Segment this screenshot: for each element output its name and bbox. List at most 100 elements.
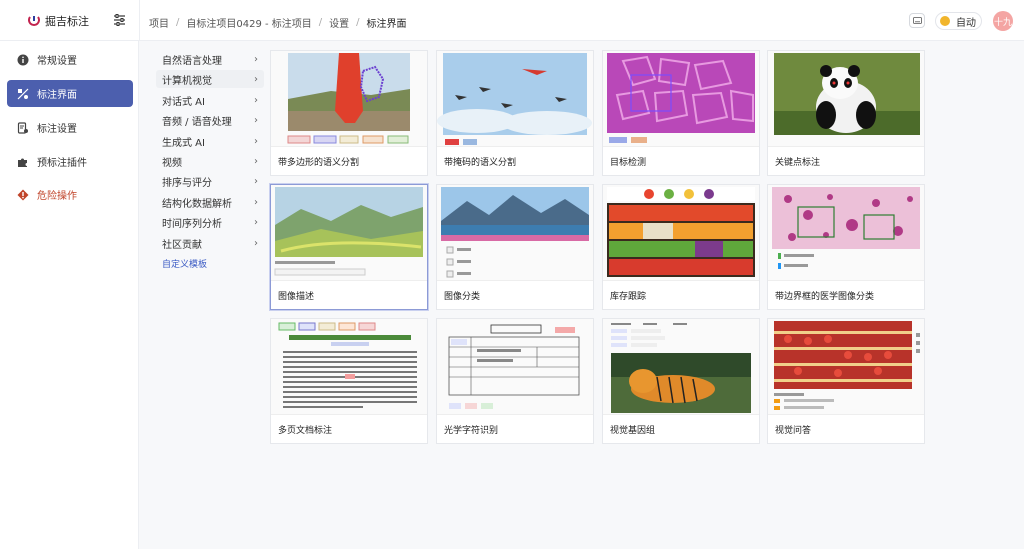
top-header: 掘吉标注 项目 / 自标注项目0429 - 标注项目 / 设置 / 标注界面 自… bbox=[0, 0, 1024, 41]
chevron-right-icon: › bbox=[254, 175, 258, 187]
chevron-right-icon: › bbox=[254, 237, 258, 249]
app-logo[interactable]: 掘吉标注 bbox=[28, 13, 89, 29]
layout-icon bbox=[17, 88, 29, 100]
category-label: 结构化数据解析 bbox=[162, 198, 232, 210]
template-thumbnail bbox=[603, 185, 759, 281]
sidebar-item-general[interactable]: 常规设置 bbox=[7, 46, 133, 73]
settings-sidebar: 常规设置 标注界面 标注设置 预标注插件 危险操作 bbox=[0, 41, 139, 549]
template-card[interactable]: 图像描述 bbox=[270, 184, 428, 310]
breadcrumb-separator: / bbox=[356, 17, 360, 28]
category-label: 时间序列分析 bbox=[162, 218, 222, 230]
sidebar-item-label: 常规设置 bbox=[37, 56, 77, 67]
chevron-right-icon: › bbox=[254, 53, 258, 65]
template-thumbnail bbox=[768, 185, 924, 281]
template-thumbnail bbox=[271, 51, 427, 147]
category-item[interactable]: 计算机视觉 › bbox=[156, 70, 264, 88]
sidebar-item-prelabel-plugins[interactable]: 预标注插件 bbox=[7, 148, 133, 175]
category-label: 自然语言处理 bbox=[162, 55, 222, 67]
category-item[interactable]: 对话式 AI › bbox=[156, 91, 264, 109]
template-card[interactable]: 关键点标注 bbox=[767, 50, 925, 176]
template-thumbnail bbox=[768, 319, 924, 415]
template-card[interactable]: 视觉问答 bbox=[767, 318, 925, 444]
theme-label: 自动 bbox=[956, 17, 976, 29]
logo-icon bbox=[28, 16, 40, 26]
template-thumbnail bbox=[271, 319, 427, 415]
template-card[interactable]: 带掩码的语义分割 bbox=[436, 50, 594, 176]
template-thumbnail bbox=[271, 185, 427, 281]
chevron-right-icon: › bbox=[254, 73, 258, 85]
breadcrumb-current: 标注界面 bbox=[366, 19, 407, 30]
template-label: 多页文档标注 bbox=[278, 426, 333, 436]
category-label: 排序与评分 bbox=[162, 177, 212, 189]
template-label: 图像描述 bbox=[278, 292, 315, 302]
template-label: 带边界框的医学图像分类 bbox=[775, 292, 875, 302]
template-label: 关键点标注 bbox=[775, 158, 821, 168]
template-label: 库存跟踪 bbox=[610, 292, 647, 302]
chevron-right-icon: › bbox=[254, 155, 258, 167]
user-avatar[interactable]: 十九 bbox=[993, 11, 1013, 31]
warning-icon bbox=[17, 189, 29, 201]
template-card[interactable]: 光学字符识别 bbox=[436, 318, 594, 444]
chevron-right-icon: › bbox=[254, 135, 258, 147]
sidebar-item-label: 危险操作 bbox=[37, 191, 77, 202]
category-item[interactable]: 社区贡献 › bbox=[156, 234, 264, 252]
sidebar-item-labeling-interface[interactable]: 标注界面 bbox=[7, 80, 133, 107]
template-card[interactable]: 库存跟踪 bbox=[602, 184, 760, 310]
template-thumbnail bbox=[603, 319, 759, 415]
template-label: 目标检测 bbox=[610, 158, 647, 168]
app-name: 掘吉标注 bbox=[45, 15, 89, 28]
info-icon bbox=[17, 54, 29, 66]
category-item[interactable]: 音频 / 语音处理 › bbox=[156, 111, 264, 129]
sidebar-toggle-icon[interactable] bbox=[113, 14, 126, 26]
template-label: 光学字符识别 bbox=[444, 426, 499, 436]
category-label: 计算机视觉 bbox=[162, 75, 212, 87]
template-thumbnail bbox=[768, 51, 924, 147]
breadcrumb-separator: / bbox=[176, 17, 180, 28]
breadcrumb-item[interactable]: 设置 bbox=[329, 15, 349, 30]
category-label: 音频 / 语音处理 bbox=[162, 116, 232, 128]
breadcrumb-item[interactable]: 自标注项目0429 - 标注项目 bbox=[186, 15, 311, 30]
chevron-right-icon: › bbox=[254, 216, 258, 228]
category-label: 生成式 AI bbox=[162, 137, 205, 149]
category-item[interactable]: 结构化数据解析 › bbox=[156, 193, 264, 211]
category-item[interactable]: 生成式 AI › bbox=[156, 132, 264, 150]
category-label: 视频 bbox=[162, 157, 182, 169]
breadcrumb-item[interactable]: 项目 bbox=[149, 15, 169, 30]
category-label: 社区贡献 bbox=[162, 239, 202, 251]
category-label: 对话式 AI bbox=[162, 96, 205, 108]
category-item[interactable]: 自然语言处理 › bbox=[156, 50, 264, 68]
template-card[interactable]: 目标检测 bbox=[602, 50, 760, 176]
template-label: 图像分类 bbox=[444, 292, 481, 302]
category-item[interactable]: 视频 › bbox=[156, 152, 264, 170]
theme-dot-icon bbox=[940, 16, 950, 26]
template-label: 视觉问答 bbox=[775, 426, 812, 436]
header-divider bbox=[139, 0, 140, 41]
sidebar-item-label: 预标注插件 bbox=[37, 158, 87, 169]
template-thumbnail bbox=[437, 319, 593, 415]
sidebar-item-labeling-settings[interactable]: 标注设置 bbox=[7, 114, 133, 141]
template-label: 视觉基因组 bbox=[610, 426, 656, 436]
template-card[interactable]: 带多边形的语义分割 bbox=[270, 50, 428, 176]
template-label: 带掩码的语义分割 bbox=[444, 158, 517, 168]
theme-toggle[interactable]: 自动 bbox=[935, 12, 982, 30]
sidebar-item-danger-zone[interactable]: 危险操作 bbox=[7, 181, 133, 208]
sidebar-item-label: 标注设置 bbox=[37, 124, 77, 135]
category-item[interactable]: 时间序列分析 › bbox=[156, 213, 264, 231]
template-card[interactable]: 图像分类 bbox=[436, 184, 594, 310]
breadcrumb: 项目 / 自标注项目0429 - 标注项目 / 设置 / 标注界面 bbox=[149, 15, 407, 30]
sidebar-item-label: 标注界面 bbox=[37, 90, 77, 101]
chevron-right-icon: › bbox=[254, 196, 258, 208]
custom-template-link[interactable]: 自定义模板 bbox=[162, 257, 207, 270]
category-item[interactable]: 排序与评分 › bbox=[156, 172, 264, 190]
settings-doc-icon bbox=[17, 121, 29, 134]
chevron-right-icon: › bbox=[254, 94, 258, 106]
chevron-right-icon: › bbox=[254, 114, 258, 126]
keyboard-shortcuts-button[interactable] bbox=[909, 13, 925, 28]
template-thumbnail bbox=[437, 185, 593, 281]
template-card[interactable]: 多页文档标注 bbox=[270, 318, 428, 444]
template-category-list: 自然语言处理 › 计算机视觉 › 对话式 AI › 音频 / 语音处理 › 生成式 AI… bbox=[139, 41, 265, 549]
keyboard-icon bbox=[912, 17, 922, 24]
template-card[interactable]: 带边界框的医学图像分类 bbox=[767, 184, 925, 310]
template-thumbnail bbox=[437, 51, 593, 147]
template-card[interactable]: 视觉基因组 bbox=[602, 318, 760, 444]
